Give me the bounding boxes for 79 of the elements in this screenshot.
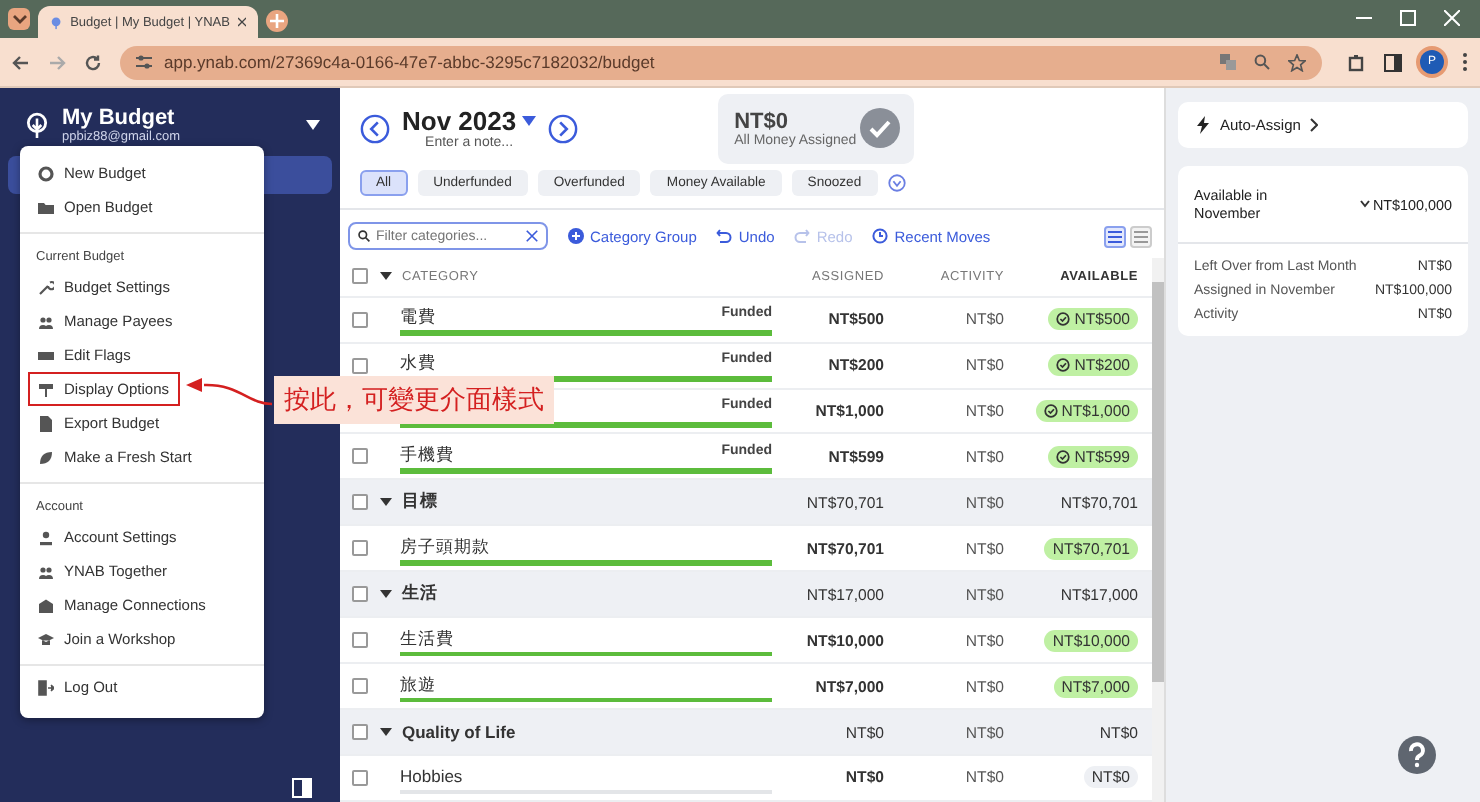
filter-settings-icon[interactable]: [887, 174, 906, 192]
view-toggle[interactable]: [1130, 225, 1152, 247]
category-name[interactable]: 電費: [400, 306, 436, 327]
address-field[interactable]: app.ynab.com/27369c4a-0166-47e7-abbc-3295c7182032/budget: [120, 45, 1322, 79]
caret-icon[interactable]: [380, 272, 392, 281]
collapse-sidebar-icon[interactable]: [292, 778, 312, 798]
scrollbar[interactable]: [1152, 258, 1164, 802]
redo-icon: [794, 228, 811, 244]
category-name[interactable]: 旅遊: [400, 673, 436, 694]
caret-icon[interactable]: [380, 498, 392, 507]
category-name[interactable]: 房子頭期款: [400, 536, 490, 557]
row-checkbox[interactable]: [352, 448, 368, 465]
row-checkbox[interactable]: [352, 494, 368, 511]
extensions-icon[interactable]: [1348, 53, 1366, 71]
row-checkbox[interactable]: [352, 632, 368, 649]
checkmark-icon: [860, 108, 901, 148]
side-panel-icon[interactable]: [1384, 53, 1402, 71]
close-icon[interactable]: [237, 16, 246, 28]
paint-roller-icon: [38, 381, 54, 397]
reload-icon[interactable]: [84, 53, 102, 71]
row-checkbox[interactable]: [352, 311, 368, 328]
caret-icon[interactable]: [306, 120, 320, 130]
caret-icon[interactable]: [380, 728, 392, 737]
chevron-down-icon[interactable]: [1360, 200, 1371, 208]
search-icon: [358, 228, 370, 244]
leaf-icon: [38, 449, 54, 465]
previous-month-icon[interactable]: [360, 113, 390, 143]
caret-icon[interactable]: [522, 116, 537, 126]
view-toggle[interactable]: [1104, 225, 1126, 247]
flag-icon: [38, 347, 54, 363]
ready-to-assign-amount: NT$0: [734, 109, 790, 133]
row-checkbox[interactable]: [352, 724, 368, 741]
lightning-icon: [1196, 116, 1210, 134]
back-icon[interactable]: [12, 53, 30, 71]
caret-icon[interactable]: [380, 590, 392, 599]
budget-name[interactable]: My Budget: [62, 106, 294, 130]
chevron-icon: [1310, 118, 1319, 132]
star-icon[interactable]: [1288, 53, 1306, 71]
annotation-tooltip: 按此，可變更介面樣式: [274, 376, 554, 424]
tab-list-icon[interactable]: [8, 8, 30, 30]
check-circle-icon: [1056, 312, 1071, 327]
next-month-icon[interactable]: [548, 113, 579, 143]
zoom-icon[interactable]: [1254, 53, 1270, 69]
category-group-name[interactable]: Quality of Life: [402, 722, 516, 743]
plus-circle-icon: [568, 228, 584, 244]
row-checkbox[interactable]: [352, 357, 368, 374]
category-name[interactable]: Hobbies: [400, 765, 463, 786]
undo-icon: [716, 228, 733, 244]
category-name[interactable]: 手機費: [400, 444, 454, 465]
document-icon: [38, 415, 54, 431]
graduation-cap-icon: [38, 631, 54, 647]
history-icon: [872, 228, 889, 244]
select-all-checkbox[interactable]: [352, 268, 368, 285]
user-icon: [38, 529, 54, 545]
row-checkbox[interactable]: [352, 540, 368, 557]
check-circle-icon: [1056, 358, 1071, 373]
annotation-arrow: [184, 376, 272, 408]
row-checkbox[interactable]: [352, 769, 368, 786]
category-group-name[interactable]: 生活: [402, 582, 438, 607]
maximize-icon[interactable]: [1400, 10, 1416, 26]
check-circle-icon: [1056, 449, 1071, 464]
check-circle-icon: [1043, 403, 1058, 418]
more-icon[interactable]: [1462, 52, 1468, 72]
month-selector[interactable]: Nov 2023: [402, 106, 537, 136]
folder-icon: [38, 199, 54, 215]
help-button[interactable]: [1398, 736, 1436, 774]
category-group-name[interactable]: 目標: [402, 490, 438, 515]
category-name[interactable]: 生活費: [400, 627, 454, 648]
log-out-icon: [38, 679, 54, 695]
category-name[interactable]: 水費: [400, 352, 436, 373]
clear-icon[interactable]: [526, 228, 538, 244]
row-checkbox[interactable]: [352, 678, 368, 695]
site-settings-icon[interactable]: [136, 54, 152, 70]
gear-icon: [38, 165, 54, 181]
tree-icon: [50, 13, 63, 31]
new-tab-icon[interactable]: [266, 10, 288, 32]
tree-icon: [24, 112, 50, 138]
row-checkbox[interactable]: [352, 586, 368, 603]
bank-icon: [38, 597, 54, 613]
